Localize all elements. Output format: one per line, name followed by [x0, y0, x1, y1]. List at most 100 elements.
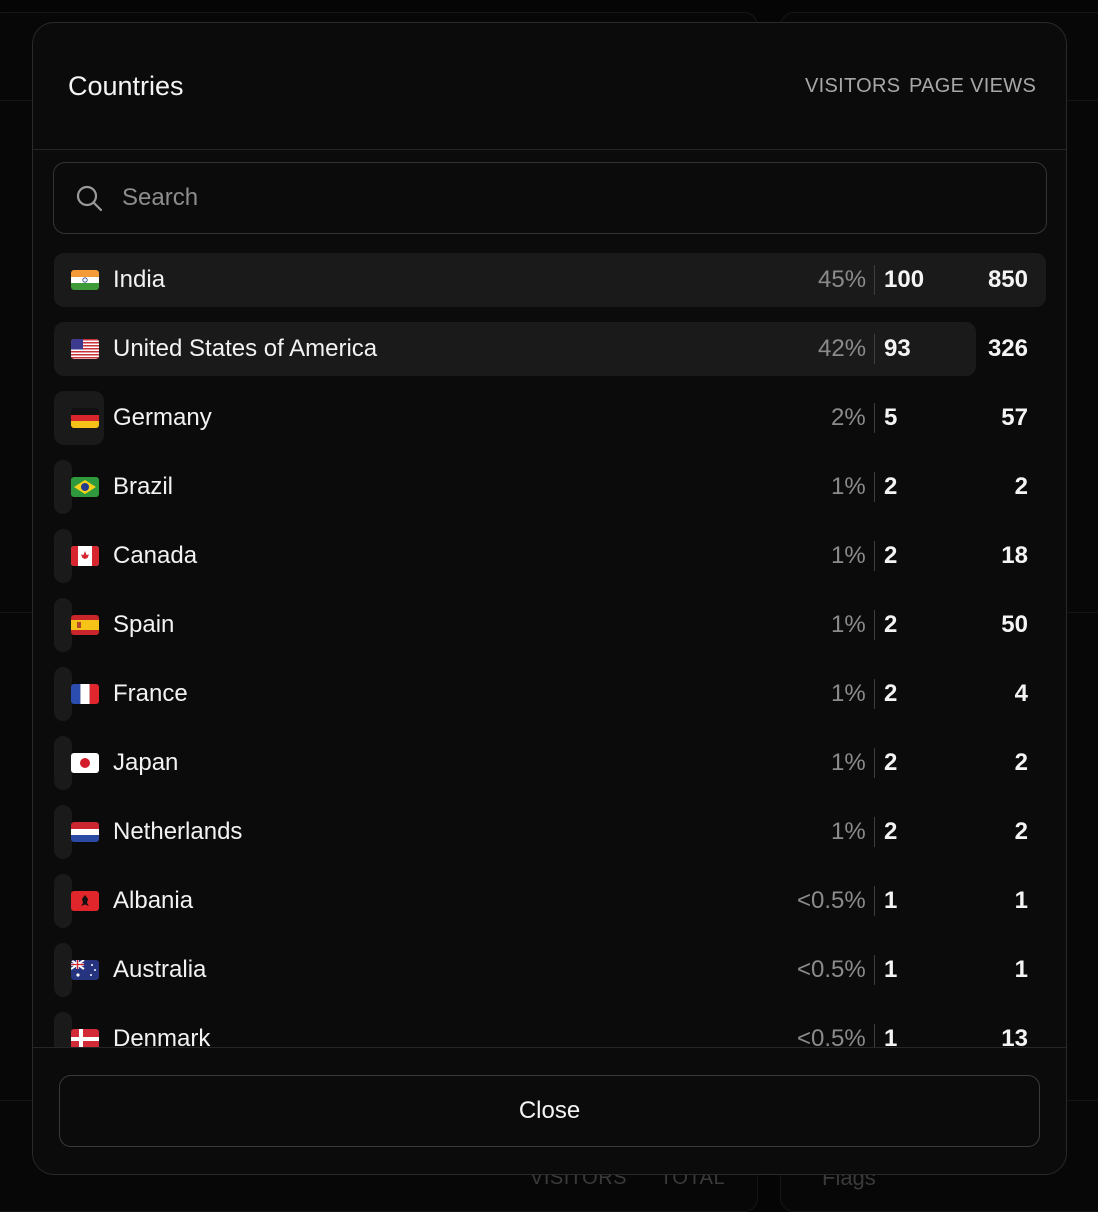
- country-name: Canada: [113, 542, 197, 570]
- column-separator: [874, 265, 875, 295]
- search-box: [53, 162, 1047, 234]
- page-view-count: 2: [1015, 473, 1028, 501]
- share-bar: [54, 460, 72, 514]
- visitor-count: 1: [884, 887, 897, 915]
- country-row[interactable]: Australia <0.5% 1 1: [54, 943, 1046, 997]
- visitor-percentage: 1%: [831, 818, 866, 846]
- page-view-count: 850: [988, 266, 1028, 294]
- share-bar: [54, 598, 72, 652]
- flag-denmark-icon: [71, 1029, 99, 1048]
- share-bar: [54, 736, 72, 790]
- column-separator: [874, 541, 875, 571]
- flag-usa-icon: [71, 339, 99, 359]
- country-row[interactable]: Brazil 1% 2 2: [54, 460, 1046, 514]
- country-row[interactable]: Netherlands 1% 2 2: [54, 805, 1046, 859]
- visitor-percentage: 1%: [831, 680, 866, 708]
- country-name: Netherlands: [113, 818, 242, 846]
- visitor-percentage: 1%: [831, 542, 866, 570]
- visitor-percentage: 42%: [818, 335, 866, 363]
- column-separator: [874, 610, 875, 640]
- visitor-count: 1: [884, 956, 897, 984]
- page-view-count: 13: [1001, 1025, 1028, 1048]
- visitor-count: 5: [884, 404, 897, 432]
- visitor-percentage: 1%: [831, 749, 866, 777]
- flag-canada-icon: [71, 546, 99, 566]
- column-separator: [874, 1024, 875, 1048]
- modal-header: Countries VISITORS PAGE VIEWS: [33, 23, 1066, 150]
- visitor-count: 2: [884, 818, 897, 846]
- page-view-count: 57: [1001, 404, 1028, 432]
- visitor-count: 2: [884, 473, 897, 501]
- country-name: Denmark: [113, 1025, 210, 1048]
- search-icon: [74, 183, 104, 213]
- country-row[interactable]: Germany 2% 5 57: [54, 391, 1046, 445]
- visitor-percentage: 1%: [831, 473, 866, 501]
- flag-brazil-icon: [71, 477, 99, 497]
- flag-albania-icon: [71, 891, 99, 911]
- visitor-count: 2: [884, 749, 897, 777]
- visitor-percentage: 2%: [831, 404, 866, 432]
- visitor-percentage: <0.5%: [797, 1025, 866, 1048]
- page-view-count: 1: [1015, 887, 1028, 915]
- page-views-column-toggle[interactable]: PAGE VIEWS: [909, 75, 1036, 98]
- visitor-count: 2: [884, 680, 897, 708]
- visitor-count: 2: [884, 542, 897, 570]
- column-separator: [874, 955, 875, 985]
- column-separator: [874, 472, 875, 502]
- visitor-percentage: <0.5%: [797, 887, 866, 915]
- country-row[interactable]: Spain 1% 2 50: [54, 598, 1046, 652]
- visitor-percentage: <0.5%: [797, 956, 866, 984]
- country-name: Japan: [113, 749, 178, 777]
- share-bar: [54, 805, 72, 859]
- flag-india-icon: [71, 270, 99, 290]
- country-name: India: [113, 266, 165, 294]
- page-view-count: 50: [1001, 611, 1028, 639]
- flag-germany-icon: [71, 408, 99, 428]
- country-row[interactable]: Albania <0.5% 1 1: [54, 874, 1046, 928]
- country-list[interactable]: India45%100850United States of America42…: [33, 251, 1066, 1048]
- column-separator: [874, 679, 875, 709]
- column-separator: [874, 334, 875, 364]
- country-row[interactable]: United States of America42%93326: [54, 322, 1046, 376]
- flag-japan-icon: [71, 753, 99, 773]
- country-name: United States of America: [113, 335, 377, 363]
- country-row[interactable]: India 45% 100 850: [54, 253, 1046, 307]
- visitor-count: 1: [884, 1025, 897, 1048]
- country-name: Germany: [113, 404, 212, 432]
- page-view-count: 1: [1015, 956, 1028, 984]
- flag-france-icon: [71, 684, 99, 704]
- column-separator: [874, 748, 875, 778]
- flag-netherlands-icon: [71, 822, 99, 842]
- share-bar: [54, 667, 72, 721]
- close-button[interactable]: Close: [59, 1075, 1040, 1147]
- visitors-column-toggle[interactable]: VISITORS: [805, 75, 900, 98]
- modal-footer: Close: [33, 1047, 1066, 1174]
- visitor-count: 93: [884, 335, 911, 363]
- visitor-count: 2: [884, 611, 897, 639]
- country-name: France: [113, 680, 188, 708]
- country-name: Australia: [113, 956, 206, 984]
- share-bar: [54, 1012, 72, 1048]
- share-bar: [54, 943, 72, 997]
- visitor-percentage: 1%: [831, 611, 866, 639]
- column-separator: [874, 817, 875, 847]
- share-bar: [54, 874, 72, 928]
- page-view-count: 4: [1015, 680, 1028, 708]
- country-name: Brazil: [113, 473, 173, 501]
- page-view-count: 2: [1015, 818, 1028, 846]
- country-row[interactable]: Japan1%22: [54, 736, 1046, 790]
- share-bar: [54, 529, 72, 583]
- search-input[interactable]: [122, 163, 1022, 233]
- flag-spain-icon: [71, 615, 99, 635]
- country-row[interactable]: France 1% 2 4: [54, 667, 1046, 721]
- flag-australia-icon: [71, 960, 99, 980]
- visitor-percentage: 45%: [818, 266, 866, 294]
- country-name: Albania: [113, 887, 193, 915]
- country-row[interactable]: Canada1%218: [54, 529, 1046, 583]
- countries-modal: Countries VISITORS PAGE VIEWS India 45% 10…: [32, 22, 1067, 1175]
- modal-title: Countries: [68, 71, 184, 102]
- column-separator: [874, 403, 875, 433]
- country-row[interactable]: Denmark <0.5% 1 13: [54, 1012, 1046, 1048]
- visitor-count: 100: [884, 266, 924, 294]
- country-name: Spain: [113, 611, 174, 639]
